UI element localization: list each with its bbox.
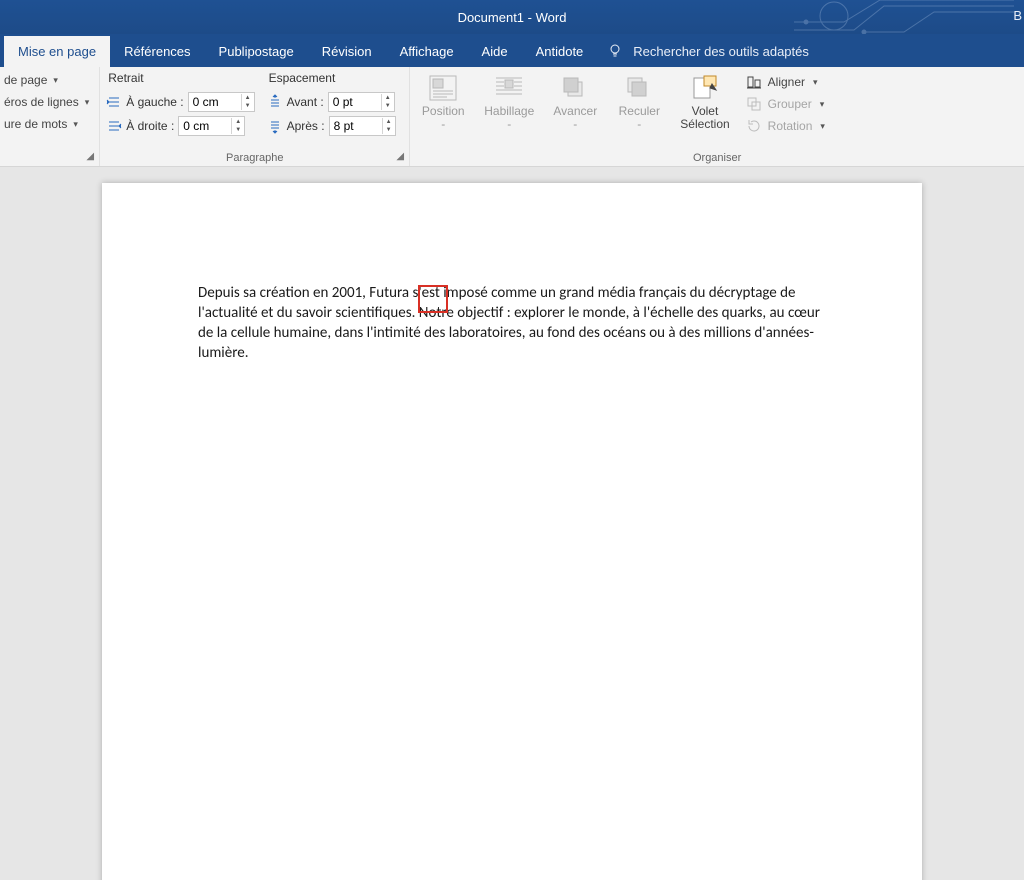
spacing-before-label: Avant : — [287, 95, 324, 109]
indent-left-label: À gauche : — [126, 95, 183, 109]
spacing-before-value[interactable] — [329, 93, 381, 111]
rotate-menu: Rotation ▾ — [744, 117, 827, 135]
line-numbers-menu[interactable]: éros de lignes ▾ — [0, 93, 93, 111]
align-icon — [746, 74, 762, 90]
spin-up-icon[interactable]: ▲ — [382, 94, 394, 102]
indent-right-label: À droite : — [126, 119, 174, 133]
tab-aide[interactable]: Aide — [468, 36, 522, 67]
bring-forward-icon — [558, 73, 592, 103]
spin-up-icon[interactable]: ▲ — [383, 118, 395, 126]
tab-publipostage[interactable]: Publipostage — [205, 36, 308, 67]
wrap-text-label: Habillage — [484, 104, 534, 118]
spacing-after-icon — [267, 118, 283, 134]
group-page-setup: de page ▾ éros de lignes ▾ ure de mots ▾ ◢ — [0, 67, 100, 166]
group-title-paragraph: Paragraphe — [106, 150, 403, 164]
tell-me-label: Rechercher des outils adaptés — [633, 44, 809, 59]
spin-down-icon[interactable]: ▼ — [383, 126, 395, 134]
ribbon: de page▾ éros de lignes▾ ure de mots▾ ◢ … — [0, 67, 1024, 167]
send-backward-label: Reculer — [619, 104, 660, 118]
highlight-marker-top — [418, 285, 448, 287]
chevron-down-icon: ▾ — [820, 99, 825, 110]
spin-up-icon[interactable]: ▲ — [242, 94, 254, 102]
position-icon — [426, 73, 460, 103]
wrap-text-dash: - — [507, 117, 511, 131]
group-objects-label: Grouper — [768, 97, 812, 111]
position-dash: - — [441, 117, 445, 131]
group-title-page-setup — [0, 150, 93, 164]
indent-right-input[interactable]: ▲▼ — [178, 116, 245, 136]
bring-forward-label: Avancer — [553, 104, 597, 118]
indent-left-value[interactable] — [189, 93, 241, 111]
page-numbers-label: de page — [4, 73, 47, 87]
bring-forward-button: Avancer- — [548, 71, 602, 133]
chevron-down-icon: ▾ — [73, 119, 78, 130]
wrap-text-button: Habillage- — [480, 71, 538, 133]
ribbon-tabs: Mise en page Références Publipostage Rév… — [0, 34, 1024, 67]
spacing-after-input[interactable]: ▲▼ — [329, 116, 396, 136]
hyphenation-menu[interactable]: ure de mots ▾ — [0, 115, 93, 133]
spacing-before-icon — [267, 94, 283, 110]
position-label: Position — [422, 104, 465, 118]
document-workspace[interactable]: Depuis sa création en 2001, Futura s'est… — [0, 167, 1024, 880]
document-page[interactable]: Depuis sa création en 2001, Futura s'est… — [102, 183, 922, 880]
position-button: Position- — [416, 71, 470, 133]
line-numbers-label: éros de lignes — [4, 95, 79, 109]
tab-references[interactable]: Références — [110, 36, 204, 67]
tab-antidote[interactable]: Antidote — [522, 36, 598, 67]
title-bar: Document1 - Word B — [0, 0, 1024, 34]
tab-mise-en-page[interactable]: Mise en page — [4, 36, 110, 67]
spacing-after-value[interactable] — [330, 117, 382, 135]
indent-right-value[interactable] — [179, 117, 231, 135]
indent-right-icon — [106, 118, 122, 134]
dialog-launcher-paragraph[interactable]: ◢ — [394, 151, 406, 163]
align-label: Aligner — [768, 75, 805, 89]
page-numbers-menu[interactable]: de page ▾ — [0, 71, 93, 89]
align-menu[interactable]: Aligner ▾ — [744, 73, 827, 91]
indent-left-icon — [106, 94, 122, 110]
group-objects-menu: Grouper ▾ — [744, 95, 827, 113]
chevron-down-icon: ▾ — [813, 77, 818, 88]
dialog-launcher-page-setup[interactable]: ◢ — [84, 151, 96, 163]
group-paragraph: Retrait À gauche : ▲▼ À droite : — [100, 67, 410, 166]
send-backward-icon — [622, 73, 656, 103]
selection-pane-icon — [688, 73, 722, 103]
send-backward-dash: - — [637, 117, 641, 131]
titlebar-decoration — [794, 0, 1014, 34]
chevron-down-icon: ▾ — [820, 121, 825, 132]
chevron-down-icon: ▾ — [85, 97, 90, 108]
send-backward-button: Reculer- — [612, 71, 666, 133]
indent-title: Retrait — [106, 71, 254, 89]
spacing-after-label: Après : — [287, 119, 325, 133]
window-title: Document1 - Word — [458, 10, 567, 25]
bring-forward-dash: - — [573, 117, 577, 131]
group-icon — [746, 96, 762, 112]
tell-me-search[interactable]: Rechercher des outils adaptés — [597, 43, 819, 67]
selection-pane-button[interactable]: VoletSélection — [676, 71, 733, 133]
document-paragraph[interactable]: Depuis sa création en 2001, Futura s'est… — [198, 283, 826, 363]
selection-pane-label-top: Volet — [692, 104, 719, 118]
spacing-title: Espacement — [267, 71, 396, 89]
spin-down-icon[interactable]: ▼ — [242, 102, 254, 110]
spin-down-icon[interactable]: ▼ — [232, 126, 244, 134]
indent-left-input[interactable]: ▲▼ — [188, 92, 255, 112]
tab-revision[interactable]: Révision — [308, 36, 386, 67]
selection-pane-label-bottom: Sélection — [680, 117, 729, 131]
titlebar-right-text: B — [1013, 8, 1022, 23]
group-arrange: Position- Habillage- Avancer- — [410, 67, 1024, 166]
rotate-label: Rotation — [768, 119, 813, 133]
group-title-arrange: Organiser — [416, 150, 1018, 164]
spacing-before-input[interactable]: ▲▼ — [328, 92, 395, 112]
wrap-text-icon — [492, 73, 526, 103]
rotate-icon — [746, 118, 762, 134]
tab-affichage[interactable]: Affichage — [386, 36, 468, 67]
spin-down-icon[interactable]: ▼ — [382, 102, 394, 110]
spin-up-icon[interactable]: ▲ — [232, 118, 244, 126]
hyphenation-label: ure de mots — [4, 117, 67, 131]
chevron-down-icon: ▾ — [53, 75, 58, 86]
lightbulb-icon — [607, 43, 623, 59]
